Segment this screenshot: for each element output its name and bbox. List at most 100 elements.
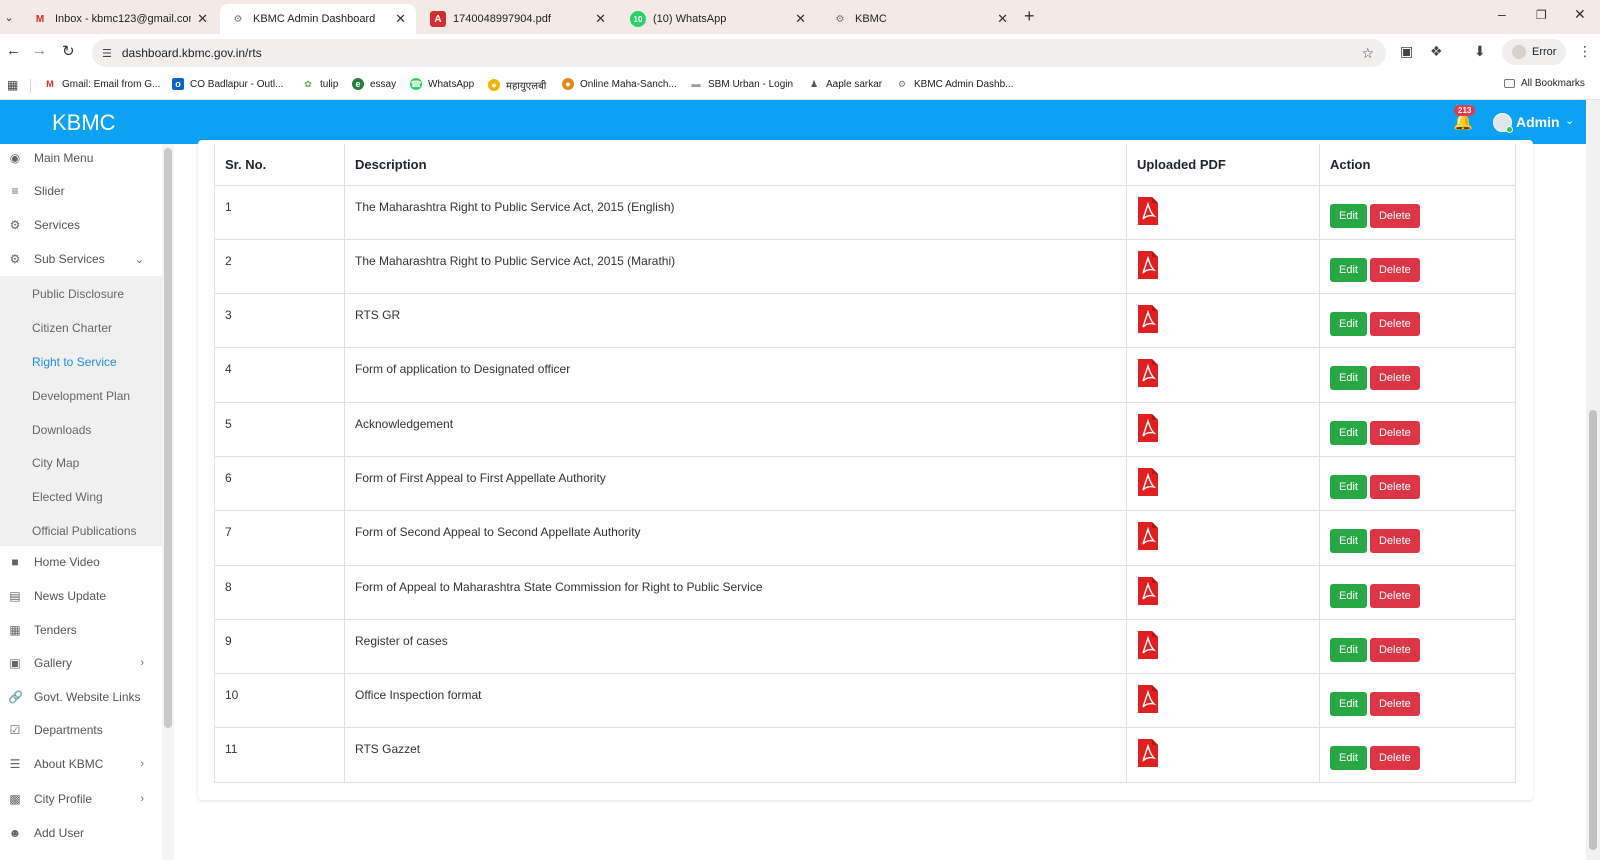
- close-tab-icon[interactable]: ✕: [795, 11, 806, 27]
- bookmark-sbm[interactable]: ▬ SBM Urban - Login: [690, 78, 794, 90]
- bookmark-tulip[interactable]: ✿ tulip: [302, 78, 338, 90]
- delete-button[interactable]: Delete: [1369, 529, 1420, 554]
- chevron-down-icon[interactable]: ⌄: [1565, 114, 1574, 127]
- apps-grid-icon[interactable]: ▦: [7, 78, 18, 92]
- bookmark-outlook[interactable]: o CO Badlapur - Outl...: [172, 78, 283, 90]
- restore-icon[interactable]: ❐: [1536, 8, 1547, 22]
- back-icon[interactable]: ←: [6, 42, 21, 59]
- user-menu-label[interactable]: Admin: [1516, 114, 1560, 130]
- forward-icon[interactable]: →: [32, 42, 47, 59]
- browser-menu-icon[interactable]: ⋮: [1578, 43, 1592, 60]
- submenu-city-map[interactable]: City Map: [32, 456, 79, 470]
- edit-button[interactable]: Edit: [1330, 637, 1367, 662]
- pdf-file-icon[interactable]: [1137, 738, 1159, 768]
- close-window-icon[interactable]: ✕: [1574, 6, 1586, 23]
- avatar[interactable]: [1493, 113, 1513, 133]
- sidebar-item-home-video[interactable]: ■ Home Video: [0, 545, 162, 579]
- sidebar-item-gallery[interactable]: ▣ Gallery ›: [0, 646, 162, 680]
- sidebar-item-city-profile[interactable]: ▩ City Profile ›: [0, 782, 162, 816]
- profile-error-button[interactable]: Error: [1502, 39, 1567, 65]
- delete-button[interactable]: Delete: [1369, 746, 1420, 771]
- pdf-file-icon[interactable]: [1137, 467, 1159, 497]
- delete-button[interactable]: Delete: [1369, 203, 1420, 228]
- delete-button[interactable]: Delete: [1369, 257, 1420, 282]
- minimize-icon[interactable]: –: [1498, 6, 1506, 22]
- sidebar-item-news-update[interactable]: ▤ News Update: [0, 579, 162, 613]
- browser-tab-kbmc[interactable]: ⚙ KBMC ✕: [822, 4, 1018, 34]
- delete-button[interactable]: Delete: [1369, 420, 1420, 445]
- pdf-file-icon[interactable]: [1137, 250, 1159, 280]
- submenu-downloads[interactable]: Downloads: [32, 423, 91, 437]
- edit-button[interactable]: Edit: [1330, 529, 1367, 554]
- page-scrollbar[interactable]: [1586, 100, 1600, 860]
- bookmark-aaple-sarkar[interactable]: ♟ Aaple sarkar: [808, 78, 882, 90]
- pdf-file-icon[interactable]: [1137, 413, 1159, 443]
- edit-button[interactable]: Edit: [1330, 746, 1367, 771]
- edit-button[interactable]: Edit: [1330, 203, 1367, 228]
- brand-logo-text[interactable]: KBMC: [52, 110, 116, 136]
- new-tab-icon[interactable]: +: [1024, 6, 1035, 27]
- submenu-official-publications[interactable]: Official Publications: [32, 524, 137, 538]
- submenu-right-to-service[interactable]: Right to Service: [32, 355, 117, 369]
- sidebar-item-sub-services[interactable]: ⚙ Sub Services ⌄: [0, 242, 162, 276]
- download-icon[interactable]: ⬇: [1474, 43, 1486, 60]
- submenu-elected-wing[interactable]: Elected Wing: [32, 490, 103, 504]
- delete-button[interactable]: Delete: [1369, 474, 1420, 499]
- browser-tab-pdf[interactable]: A 1740048997904.pdf ✕: [420, 4, 616, 34]
- bookmark-kbmc-admin[interactable]: ⚙ KBMC Admin Dashb...: [896, 78, 1014, 90]
- close-tab-icon[interactable]: ✕: [395, 11, 406, 27]
- pdf-file-icon[interactable]: [1137, 576, 1159, 606]
- cast-icon[interactable]: ▣: [1400, 43, 1413, 60]
- sidebar-scroll-thumb[interactable]: [164, 148, 172, 728]
- sidebar-item-govt-links[interactable]: 🔗 Govt. Website Links: [0, 680, 162, 714]
- close-tab-icon[interactable]: ✕: [997, 11, 1008, 27]
- pdf-file-icon[interactable]: [1137, 521, 1159, 551]
- sidebar-item-slider[interactable]: ≡ Slider: [0, 174, 162, 208]
- bookmark-star-icon[interactable]: ☆: [1361, 45, 1374, 62]
- sidebar-scrollbar[interactable]: [162, 144, 174, 860]
- bookmark-whatsapp[interactable]: ☎ WhatsApp: [410, 78, 474, 90]
- delete-button[interactable]: Delete: [1369, 312, 1420, 337]
- browser-tab-gmail[interactable]: M Inbox - kbmc123@gmail.com - ✕: [22, 4, 218, 34]
- browser-tab-kbmc-admin[interactable]: ⚙ KBMC Admin Dashboard ✕: [220, 4, 416, 34]
- delete-button[interactable]: Delete: [1369, 637, 1420, 662]
- reload-icon[interactable]: ↻: [62, 42, 75, 60]
- sidebar-item-about-kbmc[interactable]: ☰ About KBMC ›: [0, 747, 162, 781]
- edit-button[interactable]: Edit: [1330, 420, 1367, 445]
- site-info-icon[interactable]: ☰: [102, 47, 112, 60]
- bookmark-essay[interactable]: e essay: [352, 78, 396, 90]
- pdf-file-icon[interactable]: [1137, 684, 1159, 714]
- bookmark-gmail[interactable]: M Gmail: Email from G...: [44, 78, 160, 90]
- tab-search-chevron-icon[interactable]: ⌄: [0, 6, 18, 28]
- bookmark-mahayu[interactable]: ● महायुएलबी: [488, 78, 546, 92]
- page-scroll-thumb[interactable]: [1589, 410, 1597, 850]
- close-tab-icon[interactable]: ✕: [197, 11, 208, 27]
- delete-button[interactable]: Delete: [1369, 583, 1420, 608]
- submenu-public-disclosure[interactable]: Public Disclosure: [32, 287, 124, 301]
- close-tab-icon[interactable]: ✕: [595, 11, 606, 27]
- all-bookmarks[interactable]: All Bookmarks: [1504, 78, 1585, 89]
- extensions-icon[interactable]: ❖: [1430, 43, 1443, 60]
- edit-button[interactable]: Edit: [1330, 474, 1367, 499]
- browser-tab-whatsapp[interactable]: 10 (10) WhatsApp ✕: [620, 4, 816, 34]
- edit-button[interactable]: Edit: [1330, 257, 1367, 282]
- sidebar-item-services[interactable]: ⚙ Services: [0, 208, 162, 242]
- sidebar-item-tenders[interactable]: ▦ Tenders: [0, 613, 162, 647]
- pdf-file-icon[interactable]: [1137, 196, 1159, 226]
- submenu-citizen-charter[interactable]: Citizen Charter: [32, 321, 112, 335]
- sidebar-item-departments[interactable]: ☑ Departments: [0, 713, 162, 747]
- pdf-file-icon[interactable]: [1137, 630, 1159, 660]
- delete-button[interactable]: Delete: [1369, 366, 1420, 391]
- pdf-file-icon[interactable]: [1137, 304, 1159, 334]
- edit-button[interactable]: Edit: [1330, 583, 1367, 608]
- bookmark-maha-sanch[interactable]: ● Online Maha-Sanch...: [562, 78, 677, 90]
- submenu-development-plan[interactable]: Development Plan: [32, 389, 130, 403]
- edit-button[interactable]: Edit: [1330, 312, 1367, 337]
- pdf-file-icon[interactable]: [1137, 358, 1159, 388]
- sidebar-item-add-user[interactable]: ☻ Add User: [0, 816, 162, 850]
- sidebar-item-main-menu[interactable]: ◉ Main Menu: [0, 141, 162, 175]
- edit-button[interactable]: Edit: [1330, 692, 1367, 717]
- delete-button[interactable]: Delete: [1369, 692, 1420, 717]
- edit-button[interactable]: Edit: [1330, 366, 1367, 391]
- url-input[interactable]: ☰ dashboard.kbmc.gov.in/rts ☆: [92, 39, 1386, 67]
